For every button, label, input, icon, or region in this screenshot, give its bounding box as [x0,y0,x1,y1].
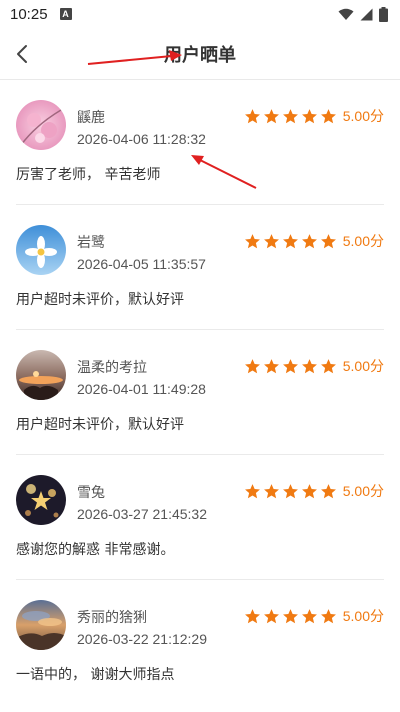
star-icon [301,483,317,498]
star-icon [244,483,260,498]
review-item[interactable]: 秀丽的猞猁 2026-03-22 21:12:29 5.00分 一语中的， 谢谢… [16,580,384,705]
star-icon [320,483,336,498]
star-icon [301,108,317,123]
review-comment: 用户超时未评价，默认好评 [16,292,184,308]
star-rating [244,608,337,625]
timestamp: 2026-04-06 11:28:32 [77,131,206,147]
star-icon [282,358,298,373]
review-item[interactable]: 岩鹭 2026-04-05 11:35:57 5.00分 用户超时未评价，默认好… [16,205,384,330]
review-item[interactable]: 温柔的考拉 2026-04-01 11:49:28 5.00分 用户超时未评价，… [16,330,384,455]
star-icon [244,608,260,623]
review-comment: 一语中的， 谢谢大师指点 [16,667,175,683]
star-icon [320,358,336,373]
score: 5.00分 [342,483,384,499]
star-icon [301,233,317,248]
review-item[interactable]: 鼷鹿 2026-04-06 11:28:32 5.00分 厉害了老师， 辛苦老师 [16,80,384,205]
review-comment: 厉害了老师， 辛苦老师 [16,167,161,183]
score: 5.00分 [342,358,384,374]
avatar[interactable] [16,600,66,650]
star-icon [263,108,279,123]
timestamp: 2026-03-27 21:45:32 [77,506,207,522]
rating: 5.00分 [244,106,384,126]
username: 鼷鹿 [77,110,105,126]
star-icon [282,483,298,498]
star-icon [244,358,260,373]
star-icon [282,608,298,623]
star-rating [244,108,337,125]
score: 5.00分 [342,608,384,624]
header: 用户晒单 [0,28,400,80]
star-icon [263,483,279,498]
star-icon [282,108,298,123]
star-rating [244,358,337,375]
star-rating [244,233,337,250]
star-rating [244,483,337,500]
rating: 5.00分 [244,356,384,376]
username: 温柔的考拉 [77,360,147,376]
avatar[interactable] [16,100,66,150]
timestamp: 2026-04-01 11:49:28 [77,381,206,397]
avatar[interactable] [16,475,66,525]
rating: 5.00分 [244,481,384,501]
star-icon [320,608,336,623]
avatar[interactable] [16,225,66,275]
battery-icon [379,6,388,22]
rating: 5.00分 [244,231,384,251]
review-list: 鼷鹿 2026-04-06 11:28:32 5.00分 厉害了老师， 辛苦老师 [0,80,400,705]
rating: 5.00分 [244,606,384,626]
status-bar: 10:25 A [0,0,400,28]
star-icon [263,233,279,248]
timestamp: 2026-04-05 11:35:57 [77,256,206,272]
score: 5.00分 [342,108,384,124]
avatar[interactable] [16,350,66,400]
wifi-icon [338,8,354,20]
star-icon [301,608,317,623]
star-icon [244,233,260,248]
status-time: 10:25 [10,5,48,23]
username: 雪兔 [77,485,105,501]
username: 秀丽的猞猁 [77,610,147,626]
star-icon [282,233,298,248]
star-icon [263,608,279,623]
notification-icon: A [59,8,72,20]
star-icon [244,108,260,123]
star-icon [320,108,336,123]
cellular-signal-icon [360,8,373,20]
review-comment: 用户超时未评价，默认好评 [16,417,184,433]
page-title: 用户晒单 [164,45,236,66]
timestamp: 2026-03-22 21:12:29 [77,631,207,647]
star-icon [301,358,317,373]
review-item[interactable]: 雪兔 2026-03-27 21:45:32 5.00分 感谢您的解惑 非常感谢… [16,455,384,580]
score: 5.00分 [342,233,384,249]
star-icon [320,233,336,248]
review-comment: 感谢您的解惑 非常感谢。 [16,542,175,558]
star-icon [263,358,279,373]
username: 岩鹭 [77,235,105,251]
